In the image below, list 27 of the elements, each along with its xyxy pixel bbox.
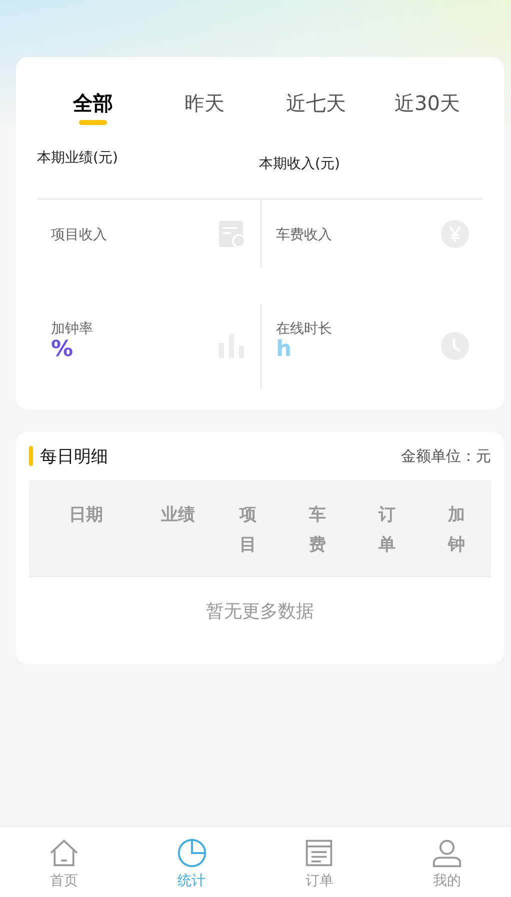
unit-label: 金额单位：元 [401,446,491,466]
column-header: 车费 [309,504,326,557]
stat-label: 车费收入 [276,226,332,244]
active-underline [78,120,107,125]
user-icon [432,838,462,868]
stat-label: 在线时长 [276,320,332,338]
stat-label: 项目收入 [51,226,107,244]
document-icon [304,838,334,868]
empty-message: 暂无更多数据 [205,600,315,623]
title-accent [29,446,33,466]
section-title: 每日明细 [40,446,109,468]
column-header: 日期 [69,504,103,527]
period-tab[interactable]: 昨天 [154,87,254,119]
period-tab[interactable]: 近30天 [377,87,478,119]
stat-value: h [276,338,293,362]
period-tab[interactable]: 近七天 [266,87,366,119]
period-tab[interactable]: 全部 [42,87,143,119]
column-header: 项目 [240,504,256,557]
summary-label: 本期收入(元) [259,155,341,174]
home-icon [48,838,79,868]
column-header: 业绩 [161,504,195,527]
column-header: 订单 [378,504,396,557]
stat-value: % [51,338,74,362]
pie-chart-icon [176,838,207,868]
column-header: 加钟 [448,504,465,557]
stat-label: 加钟率 [51,320,93,338]
summary-label: 本期业绩(元) [37,149,119,168]
